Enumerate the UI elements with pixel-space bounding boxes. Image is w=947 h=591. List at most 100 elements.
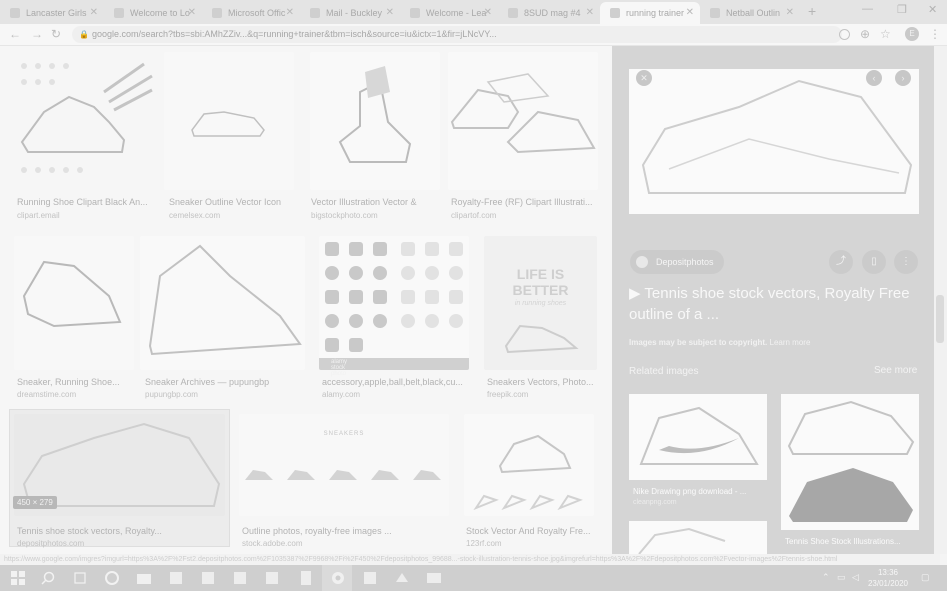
learn-more-link[interactable]: Learn more <box>770 338 811 347</box>
related-image-nike[interactable] <box>629 394 767 480</box>
related-source: cleanpng.com <box>633 499 677 506</box>
stock-vector-shoes-thumbnail <box>464 414 594 516</box>
zoom-icon[interactable]: ⊕ <box>860 27 870 41</box>
globe-favicon-icon <box>710 8 720 18</box>
tab-mail[interactable]: Mail - Buckley ✕ <box>300 2 400 24</box>
forward-arrow-icon[interactable]: → <box>31 27 43 41</box>
close-tab-icon[interactable]: ✕ <box>188 7 196 18</box>
preview-image[interactable] <box>629 69 919 214</box>
chrome-icon[interactable] <box>330 570 346 586</box>
back-arrow-icon[interactable]: ← <box>9 27 21 41</box>
share-icon[interactable]: ⤴ <box>829 250 853 274</box>
close-tab-icon[interactable]: ✕ <box>484 7 492 18</box>
source-chip-label: Depositphotos <box>656 257 714 267</box>
windows-taskbar: ⌃ ▭ ◁ 13:36 23/01/2020 ▢ <box>0 565 947 591</box>
mail-favicon-icon <box>310 8 320 18</box>
close-tab-icon[interactable]: ✕ <box>586 7 594 18</box>
related-image-lower[interactable] <box>629 521 767 554</box>
tab-welcome-lea[interactable]: Welcome - Lea ✕ <box>400 2 498 24</box>
poster-shoe-icon <box>504 324 579 354</box>
close-tab-icon[interactable]: ✕ <box>90 7 98 18</box>
profile-avatar[interactable]: E <box>905 27 919 41</box>
prev-image-icon[interactable]: ‹ <box>866 70 882 86</box>
tab-netball-outline[interactable]: Netball Outlin ✕ <box>700 2 800 24</box>
result-source: cemelsex.com <box>169 211 221 220</box>
close-window-icon[interactable]: ✕ <box>928 3 937 16</box>
result-title: accessory,apple,ball,belt,black,cu... <box>322 377 463 387</box>
browser-toolbar: ← → ↻ 🔒 google.com/search?tbs=sbi:AMhZZi… <box>0 24 947 46</box>
result-source: depositphotos.com <box>17 539 85 548</box>
app-icon[interactable] <box>426 570 442 586</box>
notifications-icon[interactable]: ▢ <box>921 572 930 583</box>
result-title: Sneaker, Running Shoe... <box>17 377 120 387</box>
preview-title[interactable]: ▶ Tennis shoe stock vectors, Royalty Fre… <box>629 283 919 325</box>
vector-illustration-thumbnail <box>310 52 440 190</box>
accessory-icons-thumbnail <box>319 236 469 370</box>
result-title: Running Shoe Clipart Black An... <box>17 197 148 207</box>
close-tab-icon[interactable]: ✕ <box>386 7 394 18</box>
result-title: Vector Illustration Vector & <box>311 197 417 207</box>
tab-8sud-mag[interactable]: 8SUD mag #4 ✕ <box>498 2 600 24</box>
tab-strip: Lancaster Girls ✕ Welcome to Lo ✕ Microsof… <box>0 0 947 24</box>
close-tab-icon[interactable]: ✕ <box>686 7 694 18</box>
tab-running-trainer[interactable]: running trainer ✕ <box>600 2 700 24</box>
tab-lancaster[interactable]: Lancaster Girls ✕ <box>0 2 104 24</box>
related-title[interactable]: Nike Drawing png download - ... <box>633 487 746 496</box>
volume-icon[interactable]: ◁ <box>852 572 859 583</box>
close-panel-icon[interactable]: ✕ <box>636 70 652 86</box>
address-bar-url: google.com/search?tbs=sbi:AMhZZiv...&q=r… <box>92 29 497 39</box>
menu-kebab-icon[interactable]: ⋮ <box>929 27 941 41</box>
related-image-tennis[interactable] <box>781 394 919 530</box>
more-options-icon[interactable]: ⋮ <box>894 250 918 274</box>
result-title: Outline photos, royalty-free images ... <box>242 526 392 536</box>
network-icon[interactable]: ▭ <box>837 572 846 583</box>
calculator-icon[interactable] <box>298 570 314 586</box>
restore-icon[interactable]: ❐ <box>897 3 907 16</box>
poster-line-2: BETTER <box>512 282 569 298</box>
related-title[interactable]: Tennis Shoe Stock Illustrations... <box>785 537 901 546</box>
result-source: 123rf.com <box>466 539 502 548</box>
publisher-alt-icon[interactable] <box>264 570 280 586</box>
next-image-icon[interactable]: › <box>895 70 911 86</box>
task-view-icon[interactable] <box>72 570 88 586</box>
new-tab-button[interactable]: + <box>808 3 816 19</box>
windows-start-icon[interactable] <box>10 570 26 586</box>
result-source: clipart.email <box>17 211 60 220</box>
clock-date: 23/01/2020 <box>867 579 909 588</box>
close-tab-icon[interactable]: ✕ <box>286 7 294 18</box>
word-icon[interactable] <box>362 570 378 586</box>
result-title: Tennis shoe stock vectors, Royalty... <box>17 526 162 536</box>
reload-icon[interactable]: ↻ <box>51 27 61 41</box>
paint-icon[interactable] <box>394 570 410 586</box>
save-bookmark-icon[interactable]: ▯ <box>862 250 886 274</box>
edge-browser-icon[interactable] <box>104 570 120 586</box>
minimize-icon[interactable]: — <box>862 3 873 15</box>
search-icon[interactable] <box>40 570 56 586</box>
address-bar[interactable]: 🔒 google.com/search?tbs=sbi:AMhZZiv...&q… <box>72 26 842 43</box>
tab-welcome-lo[interactable]: Welcome to Lo ✕ <box>104 2 202 24</box>
tray-chevron-icon[interactable]: ⌃ <box>822 572 830 583</box>
excel-icon[interactable] <box>200 570 216 586</box>
powerpoint-icon[interactable] <box>232 570 248 586</box>
scrollbar-thumb[interactable] <box>936 295 944 343</box>
copyright-text: Images may be subject to copyright. <box>629 338 768 347</box>
image-results-grid: Running Shoe Clipart Black An... clipart… <box>0 46 612 554</box>
result-source: stock.adobe.com <box>242 539 303 548</box>
result-source: alamy.com <box>322 390 361 399</box>
sneaker-silhouettes <box>245 470 441 480</box>
result-title: Sneakers Vectors, Photo... <box>487 377 594 387</box>
taskbar-clock[interactable]: 13:36 23/01/2020 <box>866 567 910 589</box>
close-tab-icon[interactable]: ✕ <box>786 7 794 18</box>
image-preview-panel: ✕ ‹ › Depositphotos ⤴ ▯ ⋮ ▶ Tennis shoe … <box>612 46 934 554</box>
publisher-icon[interactable] <box>168 570 184 586</box>
see-more-link[interactable]: See more <box>874 365 917 376</box>
tab-microsoft-office[interactable]: Microsoft Offic ✕ <box>202 2 300 24</box>
lens-icon[interactable] <box>839 29 850 40</box>
result-source: freepik.com <box>487 390 529 399</box>
file-explorer-icon[interactable] <box>136 570 152 586</box>
lock-icon: 🔒 <box>79 30 89 39</box>
source-chip[interactable]: Depositphotos <box>630 250 724 274</box>
poster-line-3: in running shoes <box>514 300 567 307</box>
bookmark-star-icon[interactable]: ☆ <box>880 27 891 41</box>
image-dimensions-badge: 450 × 279 <box>13 496 57 509</box>
